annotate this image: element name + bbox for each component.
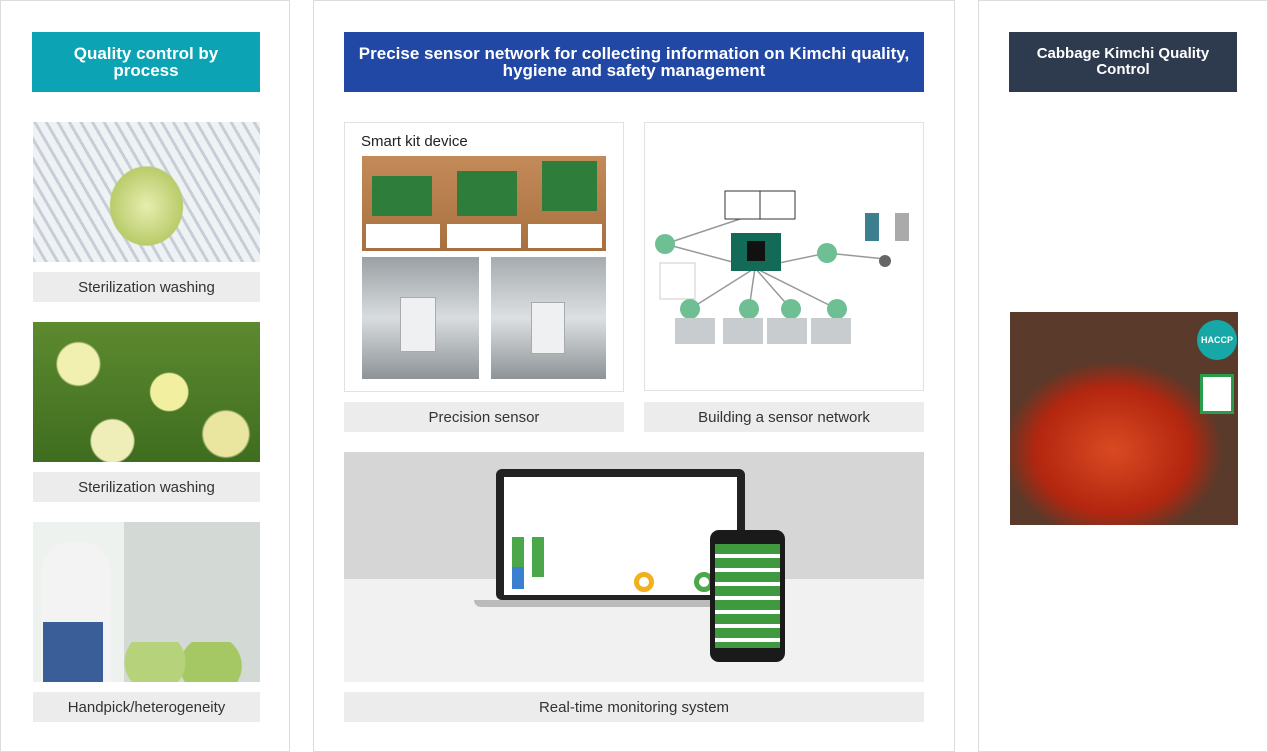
sensor-photo-1 bbox=[362, 257, 479, 379]
smart-kit-title: Smart kit device bbox=[361, 133, 468, 150]
kimchi-quality-panel: Cabbage Kimchi Quality Control HACCP bbox=[978, 0, 1268, 752]
process-panel: Quality control by process Sterilization… bbox=[0, 0, 290, 752]
laptop bbox=[496, 469, 745, 600]
washing-photo-2 bbox=[33, 322, 260, 462]
caption-monitoring: Real-time monitoring system bbox=[344, 692, 924, 722]
caption-precision-sensor: Precision sensor bbox=[344, 402, 624, 432]
caption-washing-2: Sterilization washing bbox=[33, 472, 260, 502]
washing-photo-1 bbox=[33, 122, 260, 262]
monitoring-system-image bbox=[344, 452, 924, 682]
process-panel-title: Quality control by process bbox=[32, 32, 260, 92]
caption-washing-1: Sterilization washing bbox=[33, 272, 260, 302]
caption-handpick: Handpick/heterogeneity bbox=[33, 692, 260, 722]
smart-kit-photo bbox=[362, 156, 606, 251]
handpick-photo bbox=[33, 522, 260, 682]
network-diagram-box bbox=[644, 122, 924, 391]
caption-sensor-network: Building a sensor network bbox=[644, 402, 924, 432]
phone bbox=[710, 530, 785, 662]
sensor-network-diagram bbox=[655, 190, 909, 344]
sensor-photo-2 bbox=[491, 257, 606, 379]
traditional-food-logo bbox=[1200, 374, 1234, 414]
sensor-network-panel: Precise sensor network for collecting in… bbox=[313, 0, 955, 752]
kimchi-photo: HACCP bbox=[1010, 312, 1238, 525]
sensor-network-title: Precise sensor network for collecting in… bbox=[344, 32, 924, 92]
kimchi-quality-title: Cabbage Kimchi Quality Control bbox=[1009, 32, 1237, 92]
haccp-logo: HACCP bbox=[1197, 320, 1237, 360]
smart-kit-box: Smart kit device bbox=[344, 122, 624, 392]
